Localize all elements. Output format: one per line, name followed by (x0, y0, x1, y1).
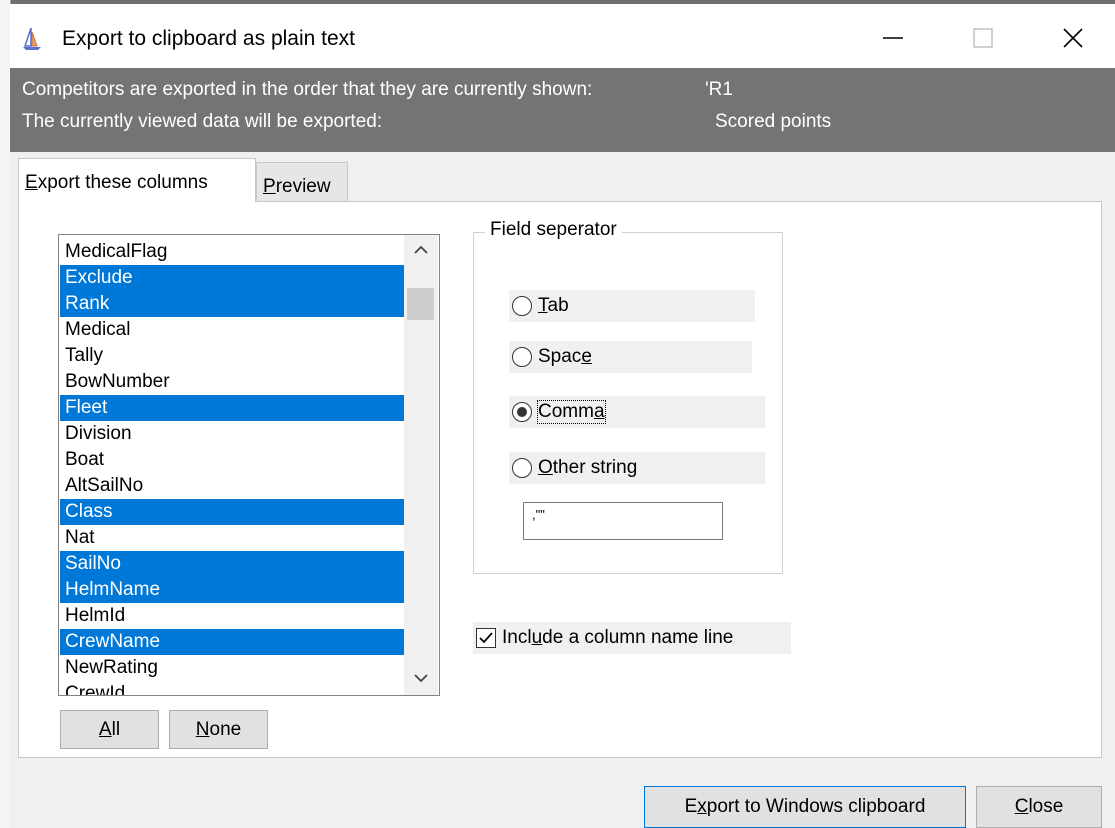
list-item[interactable]: Class (60, 499, 404, 525)
radio-comma[interactable]: Comma (509, 396, 765, 428)
radio-space[interactable]: Space (509, 341, 752, 373)
radio-other-string[interactable]: Other string (509, 452, 765, 484)
other-string-input[interactable]: ,"" (523, 502, 723, 540)
list-item[interactable]: CrewId (60, 681, 404, 695)
tab-preview[interactable]: Preview (256, 162, 348, 202)
select-all-button[interactable]: All (60, 710, 159, 749)
order-value: 'R1 (705, 79, 733, 100)
list-item[interactable]: Tally (60, 343, 404, 369)
list-item[interactable]: CrewName (60, 629, 404, 655)
chevron-down-icon (414, 674, 428, 683)
list-item[interactable]: HelmId (60, 603, 404, 629)
sailboat-icon (23, 27, 41, 50)
list-item[interactable]: Boat (60, 447, 404, 473)
checkbox (476, 628, 496, 648)
radio-button (512, 296, 532, 316)
scroll-down-button[interactable] (404, 663, 438, 693)
list-item[interactable]: Fleet (60, 395, 404, 421)
radio-tab[interactable]: Tab (509, 290, 755, 322)
field-separator-title: Field seperator (485, 219, 622, 241)
info-bar: Competitors are exported in the order th… (10, 68, 1115, 152)
data-value: Scored points (715, 111, 832, 132)
minimize-icon (883, 37, 903, 39)
list-item[interactable]: MedicalFlag (60, 239, 404, 265)
list-item[interactable]: Division (60, 421, 404, 447)
close-icon (1063, 28, 1083, 48)
export-to-clipboard-button[interactable]: Ex port to Windows clipboard (644, 786, 966, 828)
chevron-up-icon (414, 245, 428, 254)
list-item[interactable]: BowNumber (60, 369, 404, 395)
title-bar[interactable]: Export to clipboard as plain text (10, 4, 1115, 68)
columns-listbox[interactable]: MedicalFlag Exclude Rank Medical Tally B… (58, 234, 440, 696)
radio-button (512, 458, 532, 478)
include-column-names-checkbox[interactable]: Include a column name line (473, 622, 791, 654)
maximize-button[interactable] (938, 8, 1028, 68)
list-item[interactable]: NewRating (60, 655, 404, 681)
data-label: The currently viewed data will be export… (22, 111, 383, 132)
list-item[interactable]: SailNo (60, 551, 404, 577)
list-item[interactable]: HelmName (60, 577, 404, 603)
order-label: Competitors are exported in the order th… (22, 79, 593, 100)
list-item[interactable]: Nat (60, 525, 404, 551)
list-item[interactable]: Exclude (60, 265, 404, 291)
list-item[interactable]: AltSailNo (60, 473, 404, 499)
list-item[interactable]: Medical (60, 317, 404, 343)
scroll-thumb[interactable] (407, 288, 434, 321)
minimize-button[interactable] (848, 8, 938, 68)
radio-button (512, 347, 532, 367)
select-none-button[interactable]: None (169, 710, 268, 749)
window-title: Export to clipboard as plain text (62, 27, 355, 50)
list-item[interactable]: Rank (60, 291, 404, 317)
checkmark-icon (479, 632, 493, 644)
maximize-icon (973, 28, 993, 48)
scroll-up-button[interactable] (404, 235, 438, 265)
radio-button (512, 402, 532, 422)
close-button[interactable]: Close (976, 786, 1102, 828)
list-scrollbar[interactable] (404, 235, 438, 695)
close-window-button[interactable] (1028, 8, 1115, 68)
tab-export-columns[interactable]: Export these columns (18, 158, 256, 202)
